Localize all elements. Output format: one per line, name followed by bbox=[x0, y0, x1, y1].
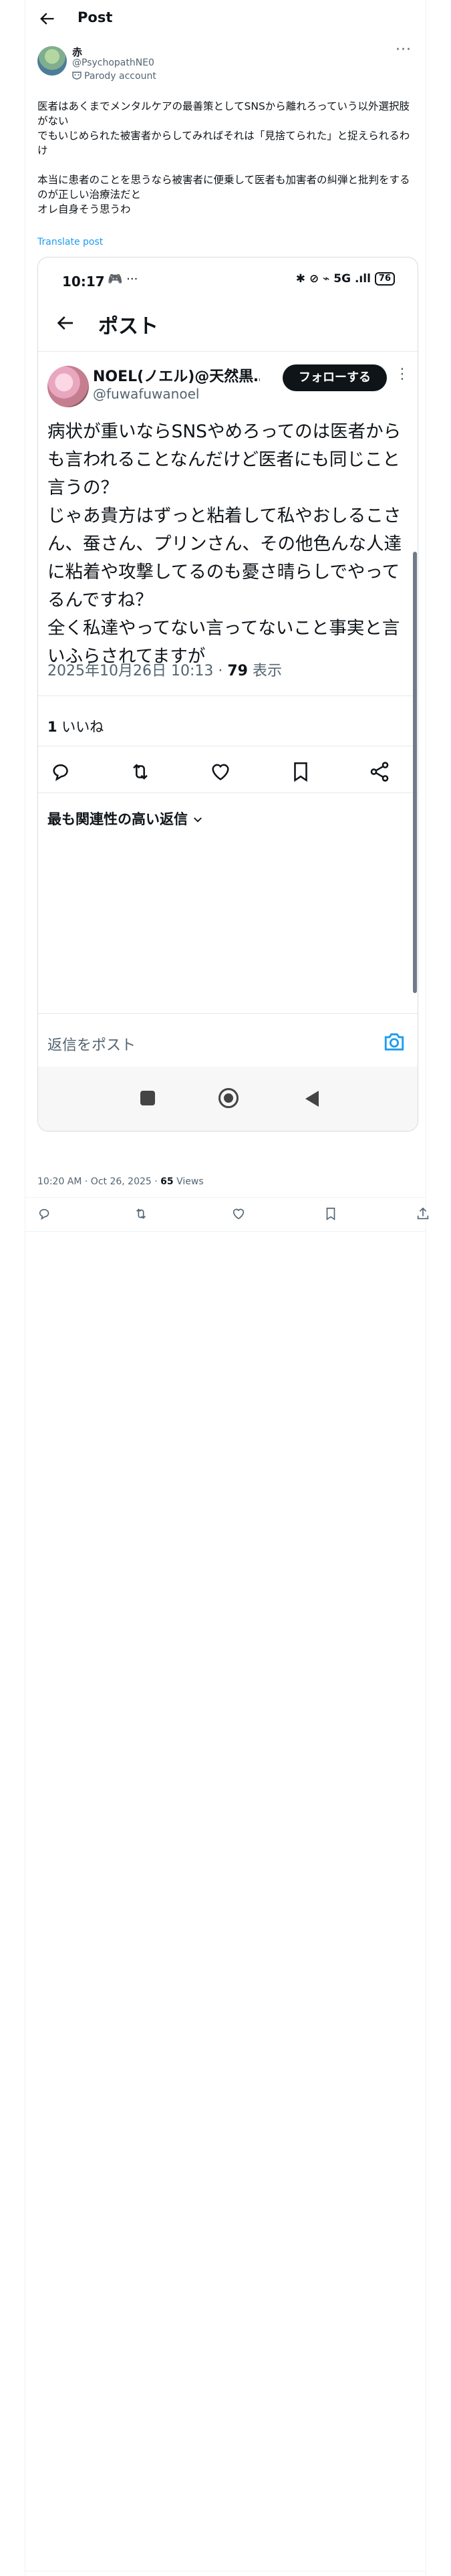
post-text: 医者はあくまでメンタルケアの最善策としてSNSから離れろっていう以外選択肢がない… bbox=[37, 100, 410, 215]
author-handle[interactable]: @PsychopathNE0 bbox=[72, 58, 154, 68]
page-header: Post bbox=[25, 0, 426, 39]
views-label: Views bbox=[173, 1176, 204, 1187]
more-horizontal-icon[interactable]: ··· bbox=[396, 41, 412, 58]
back-triangle-icon bbox=[305, 1091, 319, 1107]
inner-scrollbar bbox=[413, 552, 417, 993]
inner-divider bbox=[38, 351, 418, 352]
embedded-screenshot[interactable]: 10:17 🎮 ··· ✱ ⊘ ⌁ 5G .ıll 76 ポスト NOEL(ノエ… bbox=[37, 257, 418, 1132]
like-icon[interactable] bbox=[231, 1206, 246, 1221]
status-bar-right: ✱ ⊘ ⌁ 5G .ıll 76 bbox=[296, 272, 395, 286]
inner-repost-icon bbox=[133, 764, 148, 780]
inner-author-avatar bbox=[47, 366, 89, 407]
inner-more-vertical-icon: ⋮ bbox=[395, 366, 410, 383]
arrow-left-icon[interactable] bbox=[37, 9, 56, 28]
inner-views-label: 表示 bbox=[247, 663, 282, 679]
status-bar-time: 10:17 bbox=[62, 274, 105, 290]
share-icon[interactable] bbox=[416, 1206, 430, 1221]
page-title: Post bbox=[78, 9, 113, 25]
divider bbox=[25, 1231, 426, 1232]
inner-divider bbox=[38, 1013, 418, 1014]
android-nav-bar bbox=[38, 1067, 418, 1131]
recents-icon bbox=[140, 1091, 155, 1105]
inner-relevant-label: 最も関連性の高い返信 bbox=[47, 811, 188, 827]
inner-bookmark-icon bbox=[294, 762, 307, 782]
divider bbox=[25, 1197, 426, 1198]
reply-icon[interactable] bbox=[37, 1206, 52, 1221]
inner-reply-icon bbox=[53, 764, 68, 782]
status-bar-signal: ✱ ⊘ ⌁ 5G .ıll bbox=[295, 272, 371, 286]
mask-icon bbox=[72, 72, 82, 80]
inner-arrow-left-icon bbox=[57, 316, 73, 330]
inner-action-bar bbox=[38, 752, 418, 792]
inner-post-meta: 2025年10月26日 10:13 · 79 表示 bbox=[47, 659, 282, 680]
post-meta: 10:20 AM · Oct 26, 2025 · 65 Views bbox=[37, 1176, 204, 1187]
parody-label-text: Parody account bbox=[84, 71, 156, 82]
inner-post-date: 2025年10月26日 10:13 · bbox=[47, 663, 228, 679]
bookmark-icon[interactable] bbox=[323, 1206, 338, 1221]
home-icon bbox=[218, 1088, 239, 1108]
camera-icon bbox=[384, 1033, 404, 1051]
inner-views-count: 79 bbox=[227, 663, 248, 679]
inner-reply-input: 返信をポスト bbox=[47, 1037, 136, 1054]
inner-relevant-replies: 最も関連性の高い返信 bbox=[47, 809, 204, 829]
author-avatar[interactable] bbox=[37, 46, 67, 76]
inner-follow-button: フォローする bbox=[283, 364, 387, 391]
inner-likes-count: 1 bbox=[47, 719, 57, 735]
inner-author-handle: @fuwafuwanoel bbox=[93, 386, 200, 402]
inner-author-name: NOEL(ノエル)@天然黒… bbox=[93, 368, 260, 385]
inner-post-text: 病状が重いならSNSやめろってのは医者からも言われることなんだけど医者にも同じこ… bbox=[47, 421, 402, 667]
post-timestamp[interactable]: 10:20 AM · Oct 26, 2025 · bbox=[37, 1176, 160, 1187]
inner-divider bbox=[38, 792, 418, 793]
author-name[interactable]: 赤 bbox=[72, 45, 82, 59]
parody-label: Parody account bbox=[72, 71, 156, 82]
inner-likes-label: いいね bbox=[57, 719, 104, 735]
views-count: 65 bbox=[160, 1176, 174, 1187]
battery-icon: 76 bbox=[374, 272, 395, 286]
inner-share-icon bbox=[370, 762, 389, 782]
chevron-down-icon bbox=[194, 817, 202, 823]
repost-icon[interactable] bbox=[134, 1206, 148, 1221]
inner-likes: 1 いいね bbox=[47, 716, 104, 736]
inner-divider bbox=[38, 695, 418, 696]
status-bar-left-icons: 🎮 ··· bbox=[108, 272, 138, 286]
translate-link[interactable]: Translate post bbox=[37, 237, 103, 247]
action-bar bbox=[25, 1198, 429, 1230]
inner-like-icon bbox=[212, 764, 229, 780]
inner-page-title: ポスト bbox=[98, 315, 158, 338]
